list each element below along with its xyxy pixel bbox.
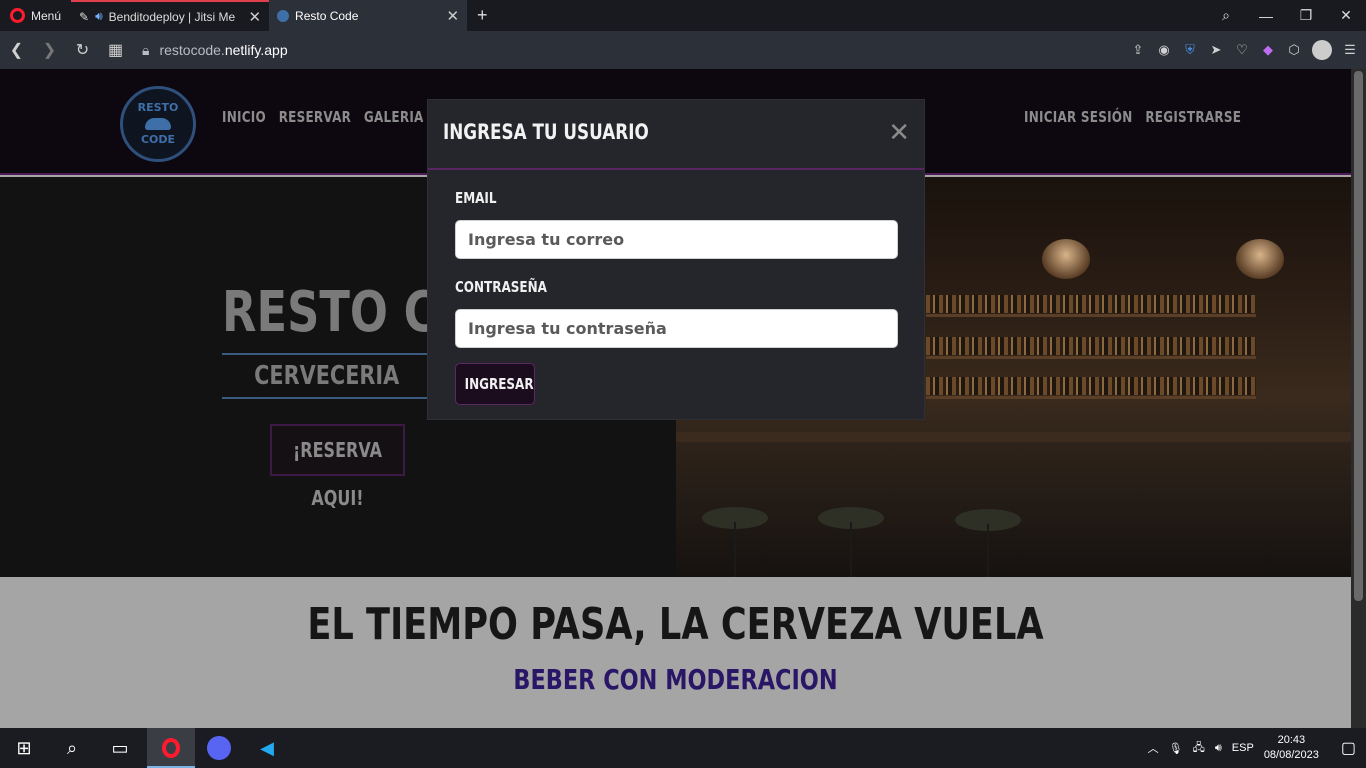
tagline: EL TIEMPO PASA, LA CERVEZA VUELA	[307, 599, 1044, 650]
close-tab-icon[interactable]: ✕	[446, 7, 459, 25]
url-domain: netlify.app	[224, 42, 288, 58]
close-window-icon[interactable]: ✕	[1326, 7, 1366, 24]
page-viewport: RESTO CODE INICIO RESERVAR GALERIA INICI…	[0, 69, 1351, 728]
nav-iniciar-sesion[interactable]: INICIAR SESIÓN	[1024, 108, 1133, 126]
shelf	[926, 396, 1256, 399]
camera-icon[interactable]: ◉	[1156, 42, 1172, 58]
opera-taskbar-icon[interactable]	[147, 728, 195, 768]
nav-right: INICIAR SESIÓN REGISTRARSE	[1024, 108, 1241, 126]
modal-title: INGRESA TU USUARIO	[443, 120, 649, 144]
close-tab-icon[interactable]: ✕	[248, 8, 261, 26]
pendant-lamp	[1042, 239, 1090, 279]
tabs-grid-icon[interactable]: ▦	[99, 40, 132, 60]
burger-icon	[145, 118, 171, 130]
login-submit-button[interactable]: INGRESAR	[455, 363, 535, 405]
page-scrollbar[interactable]	[1351, 69, 1366, 728]
stool-leg	[850, 522, 852, 582]
reserve-button[interactable]: ¡RESERVA AQUI!	[270, 424, 405, 510]
nav-left: INICIO RESERVAR GALERIA	[222, 108, 424, 126]
search-icon[interactable]: ⌕	[48, 728, 96, 768]
clock-date: 08/08/2023	[1263, 749, 1319, 761]
favicon-icon	[277, 9, 290, 22]
notifications-icon[interactable]: ▢	[1341, 738, 1356, 758]
reserve-button-label: ¡RESERVA AQUI!	[293, 438, 382, 510]
discord-taskbar-icon[interactable]	[195, 728, 243, 768]
lock-icon: 🔒︎	[142, 41, 150, 58]
url-prefix: restocode.	[159, 42, 225, 58]
url-field[interactable]: 🔒︎ restocode.netlify.app	[142, 42, 288, 59]
speaker-icon: 🔊︎	[95, 9, 103, 23]
stool-leg	[734, 522, 736, 582]
shelf	[926, 356, 1256, 359]
restore-icon[interactable]: ❐	[1286, 7, 1326, 24]
clock[interactable]: 20:43 08/08/2023	[1264, 733, 1319, 763]
forward-icon[interactable]: ❯	[33, 40, 66, 60]
heart-icon[interactable]: ♡	[1234, 42, 1250, 58]
windows-taskbar: ⊞ ⌕ ▭ ◀ ︿ 🎙︎ 🖧 🔊︎ ESP 20:43 08/08/2023 ▢	[0, 728, 1366, 768]
resto-code-logo[interactable]: RESTO CODE	[120, 86, 196, 162]
chevron-up-icon[interactable]: ︿	[1148, 740, 1159, 756]
bottle-row	[926, 337, 1256, 355]
extensions-area: ⇪ ◉ ⛨ ➤ ♡ ◆ ⬡ ☰	[1130, 31, 1358, 69]
browser-tabbar: Menú ✎ 🔊︎ Benditodeploy | Jitsi Me ✕ Res…	[0, 0, 1366, 31]
password-label: CONTRASEÑA	[455, 278, 547, 296]
new-tab-button[interactable]: +	[467, 5, 498, 26]
volume-icon[interactable]: 🔊︎	[1215, 742, 1222, 755]
cube-icon[interactable]: ⬡	[1286, 42, 1302, 58]
login-submit-label: INGRESAR	[464, 375, 534, 393]
clock-time: 20:43	[1277, 734, 1306, 746]
hero-subtitle: CERVECERIA	[222, 353, 432, 399]
easy-setup-icon[interactable]: ☰	[1342, 42, 1358, 58]
logo-text-top: RESTO	[137, 100, 179, 114]
opera-menu-button[interactable]: Menú	[0, 0, 71, 31]
menu-label: Menú	[31, 8, 62, 23]
logo-text-bottom: CODE	[140, 133, 176, 146]
address-bar: ❮ ❯ ↻ ▦ 🔒︎ restocode.netlify.app ⇪ ◉ ⛨ ➤…	[0, 31, 1366, 69]
close-icon[interactable]: ✕	[888, 118, 910, 148]
network-icon[interactable]: 🖧	[1193, 739, 1205, 758]
microphone-icon[interactable]: 🎙︎	[1169, 742, 1183, 755]
modal-header: INGRESA TU USUARIO ✕	[428, 100, 924, 170]
system-tray: ︿ 🎙︎ 🖧 🔊︎ ESP 20:43 08/08/2023 ▢	[1148, 728, 1366, 768]
windows-start-icon[interactable]: ⊞	[0, 728, 48, 768]
tab-resto-code[interactable]: Resto Code ✕	[269, 0, 468, 31]
shield-icon[interactable]: ⛨	[1182, 42, 1198, 58]
password-field[interactable]	[455, 309, 898, 348]
profile-icon[interactable]	[1312, 40, 1332, 60]
pendant-lamp	[1236, 239, 1284, 279]
opera-logo-icon	[10, 8, 25, 23]
bar-counter	[676, 432, 1351, 442]
task-view-icon[interactable]: ▭	[96, 728, 144, 768]
bottle-row	[926, 377, 1256, 395]
send-icon[interactable]: ➤	[1208, 42, 1224, 58]
back-icon[interactable]: ❮	[0, 40, 33, 60]
stool-leg	[987, 524, 989, 584]
login-modal: INGRESA TU USUARIO ✕ EMAIL CONTRASEÑA IN…	[427, 99, 925, 420]
tab-title: Benditodeploy | Jitsi Me	[108, 9, 236, 24]
nav-inicio[interactable]: INICIO	[222, 108, 266, 126]
tab-jitsi[interactable]: ✎ 🔊︎ Benditodeploy | Jitsi Me ✕	[71, 0, 270, 31]
email-label: EMAIL	[455, 189, 497, 207]
nav-galeria[interactable]: GALERIA	[364, 108, 424, 126]
language-indicator[interactable]: ESP	[1232, 742, 1254, 754]
vscode-taskbar-icon[interactable]: ◀	[243, 728, 291, 768]
nav-registrarse[interactable]: REGISTRARSE	[1145, 108, 1241, 126]
tagline-moderation: BEBER CON MODERACION	[513, 663, 838, 696]
minimize-icon[interactable]: —	[1246, 8, 1286, 24]
share-icon[interactable]: ⇪	[1130, 42, 1146, 58]
window-controls: ⌕ — ❐ ✕	[1206, 0, 1366, 31]
tagline-section: EL TIEMPO PASA, LA CERVEZA VUELA BEBER C…	[0, 577, 1351, 728]
bottle-row	[926, 295, 1256, 313]
aria-icon[interactable]: ◆	[1260, 42, 1276, 58]
reload-icon[interactable]: ↻	[66, 40, 99, 60]
tab-title: Resto Code	[295, 8, 359, 23]
hero-subtitle-text: CERVECERIA	[254, 361, 400, 391]
search-tabs-icon[interactable]: ⌕	[1206, 7, 1246, 24]
shelf	[926, 314, 1256, 317]
nav-reservar[interactable]: RESERVAR	[279, 108, 351, 126]
feather-icon: ✎	[79, 9, 90, 24]
scrollbar-thumb[interactable]	[1354, 71, 1363, 601]
email-field[interactable]	[455, 220, 898, 259]
